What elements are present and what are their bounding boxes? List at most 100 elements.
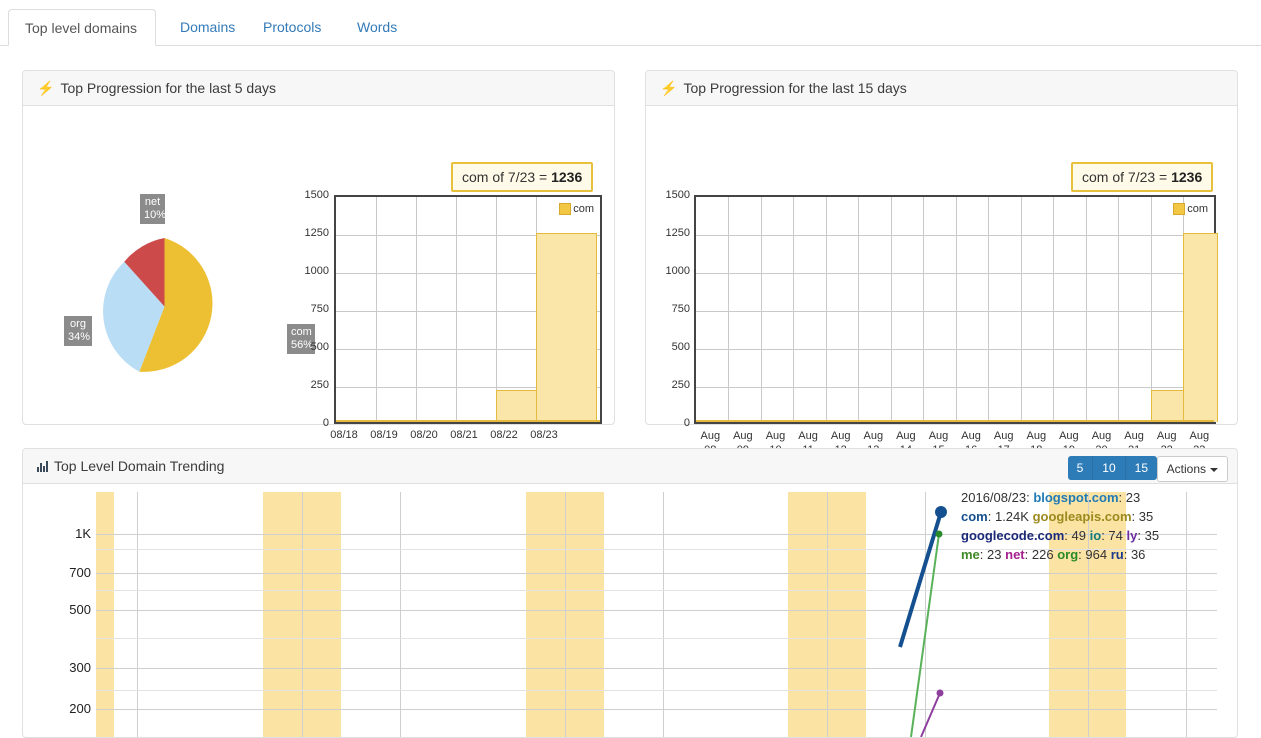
tooltip-val-ly: 35 — [1145, 528, 1159, 543]
y-tick-0: 0 — [646, 417, 690, 429]
range-button-15[interactable]: 15 — [1126, 456, 1157, 480]
tab-domains[interactable]: Domains — [164, 9, 251, 46]
bar-chart-5-days: com — [334, 195, 602, 424]
tooltip-key-googleapis: googleapis.com — [1033, 509, 1132, 524]
value-tooltip-prefix: com of 7/23 = — [1082, 169, 1171, 185]
series-point-org — [936, 531, 943, 538]
pie-label-text: net — [145, 196, 160, 208]
value-tooltip-box: com of 7/23 = 1236 — [451, 162, 593, 192]
panel-header: ⚡ Top Progression for the last 15 days — [646, 71, 1237, 106]
panel-body: com of 7/23 = 1236 net 10% org 34% com 5… — [23, 106, 614, 424]
panel-title: Top Progression for the last 15 days — [683, 80, 906, 96]
bolt-icon: ⚡ — [37, 80, 54, 97]
panel-header: ⚡ Top Progression for the last 5 days — [23, 71, 614, 106]
tooltip-key-googlecode: googlecode.com — [961, 528, 1064, 543]
panel-tld-trending: Top Level Domain Trending 5 10 15 Action… — [22, 448, 1238, 738]
tooltip-line: me: 23 net: 226 org: 964 ru: 36 — [961, 545, 1159, 564]
series-point-net — [937, 690, 944, 697]
tooltip-key-org: org — [1057, 547, 1078, 562]
legend-label-com: com — [1187, 203, 1208, 215]
range-button-5[interactable]: 5 — [1068, 456, 1094, 480]
chart-legend: com — [1173, 203, 1208, 215]
panel-title: Top Progression for the last 5 days — [60, 80, 276, 96]
tooltip-val-net: 226 — [1032, 547, 1054, 562]
y-tick-1000: 1000 — [284, 265, 329, 277]
bar-aug-22 — [1151, 390, 1184, 422]
actions-button[interactable]: Actions — [1157, 456, 1228, 482]
tooltip-val-ru: 36 — [1131, 547, 1145, 562]
y-tick-1500: 1500 — [646, 189, 690, 201]
tab-top-level-domains[interactable]: Top level domains — [8, 9, 156, 46]
y-tick-500: 500 — [284, 341, 329, 353]
trend-y-tick-1k: 1K — [43, 526, 91, 541]
bar-chart-icon — [37, 460, 48, 472]
legend-swatch-com — [559, 203, 571, 215]
tab-label: Protocols — [263, 19, 321, 35]
value-tooltip-box: com of 7/23 = 1236 — [1071, 162, 1213, 192]
pie-svg — [96, 238, 233, 375]
y-tick-0: 0 — [284, 417, 329, 429]
tab-bar: Top level domains Domains Protocols Word… — [0, 0, 1261, 46]
bar-aug-23 — [1183, 233, 1218, 422]
range-button-group[interactable]: 5 10 15 — [1068, 456, 1157, 480]
tab-protocols[interactable]: Protocols — [247, 9, 337, 46]
y-tick-250: 250 — [284, 379, 329, 391]
y-tick-1250: 1250 — [646, 227, 690, 239]
legend-label-com: com — [573, 203, 594, 215]
panel-title: Top Level Domain Trending — [54, 458, 224, 474]
value-tooltip-prefix: com of 7/23 = — [462, 169, 551, 185]
y-tick-250: 250 — [646, 379, 690, 391]
y-tick-750: 750 — [284, 303, 329, 315]
tooltip-val-io: 74 — [1108, 528, 1122, 543]
tooltip-val-googleapis: 35 — [1139, 509, 1153, 524]
tooltip-key-io: io — [1090, 528, 1102, 543]
trend-y-tick-700: 700 — [43, 565, 91, 580]
tooltip-val-com: 1.24K — [995, 509, 1029, 524]
tooltip-val-org: 964 — [1085, 547, 1107, 562]
panel-progression-15-days: ⚡ Top Progression for the last 15 days c… — [645, 70, 1238, 425]
tooltip-date: 2016/08/23: — [961, 490, 1030, 505]
tooltip-key-ru: ru — [1111, 547, 1124, 562]
tooltip-key-ly: ly — [1127, 528, 1138, 543]
value-tooltip-value: 1236 — [551, 169, 582, 185]
trend-y-tick-300: 300 — [43, 660, 91, 675]
y-tick-1000: 1000 — [646, 265, 690, 277]
trend-y-tick-200: 200 — [43, 701, 91, 716]
bar-chart-15-days: com — [694, 195, 1216, 424]
pie-label-percent: 34% — [68, 331, 90, 343]
y-tick-750: 750 — [646, 303, 690, 315]
tab-words[interactable]: Words — [341, 9, 413, 46]
range-button-10[interactable]: 10 — [1093, 456, 1125, 480]
tooltip-line: 2016/08/23: blogspot.com: 23 — [961, 488, 1159, 507]
series-line-com — [900, 512, 941, 647]
tooltip-key-com: com — [961, 509, 988, 524]
x-tick-5: 08/23 — [514, 429, 574, 441]
tooltip-line: com: 1.24K googleapis.com: 35 — [961, 507, 1159, 526]
pie-chart — [96, 238, 233, 375]
trend-hover-tooltip: 2016/08/23: blogspot.com: 23 com: 1.24K … — [961, 488, 1159, 564]
bar-08-23 — [536, 233, 597, 422]
pie-label-org: org 34% — [64, 316, 92, 346]
y-tick-1250: 1250 — [284, 227, 329, 239]
tab-label: Top level domains — [25, 20, 137, 36]
bolt-icon: ⚡ — [660, 80, 677, 97]
trend-y-tick-500: 500 — [43, 602, 91, 617]
tooltip-val-blogspot: 23 — [1126, 490, 1140, 505]
tab-label: Words — [357, 19, 397, 35]
pie-label-text: com — [291, 326, 312, 338]
panel-header: Top Level Domain Trending 5 10 15 Action… — [23, 449, 1237, 484]
pie-label-net: net 10% — [140, 194, 165, 224]
x-tick-month: Aug — [1190, 430, 1210, 442]
tooltip-key-blogspot: blogspot.com — [1033, 490, 1118, 505]
pie-label-percent: 10% — [144, 209, 166, 221]
value-tooltip-value: 1236 — [1171, 169, 1202, 185]
panel-progression-5-days: ⚡ Top Progression for the last 5 days co… — [22, 70, 615, 425]
chevron-down-icon — [1210, 468, 1218, 472]
legend-swatch-com — [1173, 203, 1185, 215]
tab-label: Domains — [180, 19, 235, 35]
series-line-net — [921, 693, 940, 737]
tooltip-key-me: me — [961, 547, 980, 562]
y-tick-500: 500 — [646, 341, 690, 353]
chart-legend: com — [559, 203, 594, 215]
actions-button-label: Actions — [1167, 462, 1206, 476]
